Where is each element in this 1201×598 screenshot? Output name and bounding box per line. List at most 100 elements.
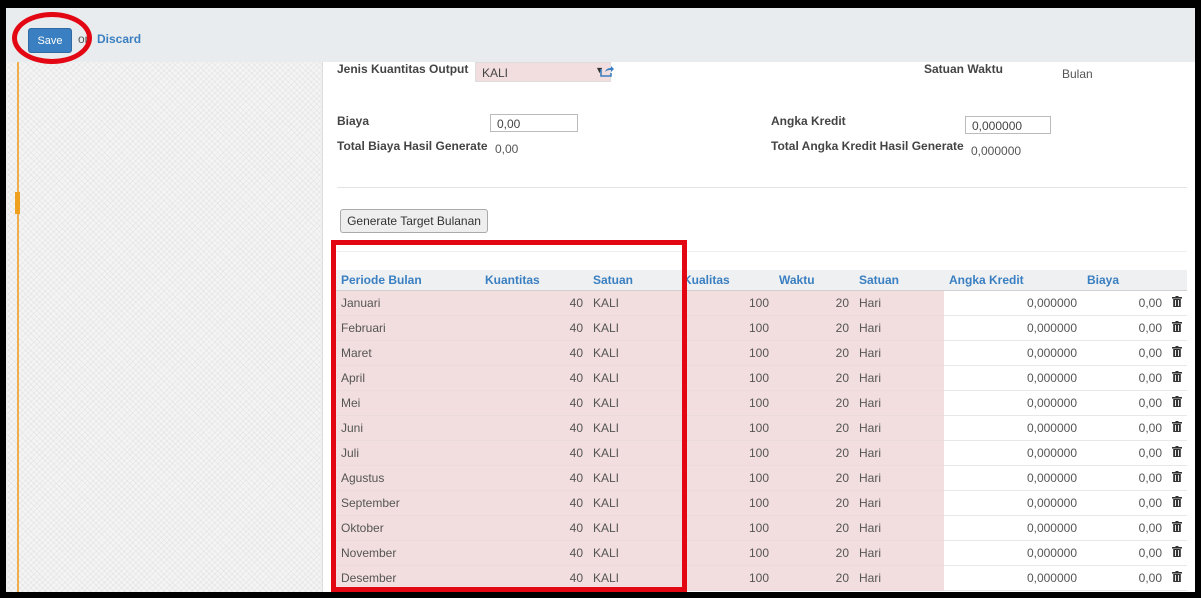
cell-waktu: 20 [774, 340, 854, 366]
trash-icon[interactable] [1172, 521, 1182, 535]
cell-kualitas-text: 100 [748, 346, 769, 360]
discard-link[interactable]: Discard [97, 32, 141, 46]
cell-satuan-waktu: Hari [854, 490, 944, 516]
cell-satuan-waktu-text: Hari [859, 496, 882, 510]
cell-kualitas-text: 100 [748, 321, 769, 335]
cell-kualitas: 100 [678, 490, 774, 516]
cell-kualitas: 100 [678, 415, 774, 441]
cell-biaya[interactable]: 0,00 [1082, 515, 1187, 541]
trash-icon[interactable] [1172, 396, 1182, 410]
cell-angka-kredit-text: 0,000000 [1026, 296, 1077, 310]
trash-icon[interactable] [1172, 496, 1182, 510]
cell-waktu: 20 [774, 465, 854, 491]
satuan-waktu-label: Satuan Waktu [924, 62, 1003, 76]
cell-biaya[interactable]: 0,00 [1082, 315, 1187, 341]
cell-biaya[interactable]: 0,00 [1082, 490, 1187, 516]
cell-biaya-text: 0,00 [1138, 421, 1162, 435]
jenis-kuantitas-select[interactable]: KALI ▼ [475, 62, 611, 82]
cell-biaya[interactable]: 0,00 [1082, 440, 1187, 466]
total-biaya-label: Total Biaya Hasil Generate [337, 139, 488, 153]
cell-satuan-waktu-text: Hari [859, 371, 882, 385]
cell-satuan-waktu-text: Hari [859, 571, 882, 585]
col-header-angka-kredit[interactable]: Angka Kredit [944, 270, 1082, 291]
jenis-kuantitas-label: Jenis Kuantitas Output [337, 62, 469, 76]
section-divider [337, 187, 1187, 188]
cell-angka-kredit[interactable]: 0,000000 [944, 490, 1082, 516]
jenis-kuantitas-value: KALI [482, 66, 509, 80]
cell-biaya[interactable]: 0,00 [1082, 340, 1187, 366]
trash-icon[interactable] [1172, 421, 1182, 435]
col-header-satuan-waktu[interactable]: Satuan [854, 270, 944, 291]
cell-angka-kredit[interactable]: 0,000000 [944, 340, 1082, 366]
cell-angka-kredit[interactable]: 0,000000 [944, 565, 1082, 591]
cell-waktu: 20 [774, 515, 854, 541]
cell-satuan-waktu: Hari [854, 290, 944, 316]
cell-angka-kredit-text: 0,000000 [1026, 571, 1077, 585]
external-link-icon[interactable] [600, 64, 614, 80]
cell-waktu: 20 [774, 490, 854, 516]
cell-biaya[interactable]: 0,00 [1082, 415, 1187, 441]
cell-satuan-waktu-text: Hari [859, 446, 882, 460]
cell-waktu: 20 [774, 390, 854, 416]
col-header-waktu[interactable]: Waktu [774, 270, 854, 291]
cell-angka-kredit[interactable]: 0,000000 [944, 465, 1082, 491]
cell-angka-kredit-text: 0,000000 [1026, 421, 1077, 435]
total-angka-kredit-label: Total Angka Kredit Hasil Generate [771, 139, 964, 153]
cell-waktu-text: 20 [835, 421, 849, 435]
cell-satuan-waktu-text: Hari [859, 471, 882, 485]
cell-kualitas-text: 100 [748, 296, 769, 310]
cell-kualitas-text: 100 [748, 521, 769, 535]
cell-angka-kredit[interactable]: 0,000000 [944, 415, 1082, 441]
cell-biaya[interactable]: 0,00 [1082, 565, 1187, 591]
cell-satuan-waktu: Hari [854, 515, 944, 541]
cell-angka-kredit[interactable]: 0,000000 [944, 515, 1082, 541]
cell-satuan-waktu-text: Hari [859, 321, 882, 335]
left-accent-line [17, 62, 19, 592]
trash-icon[interactable] [1172, 296, 1182, 310]
cell-angka-kredit[interactable]: 0,000000 [944, 390, 1082, 416]
cell-satuan-waktu-text: Hari [859, 521, 882, 535]
generate-target-button[interactable]: Generate Target Bulanan [340, 209, 488, 233]
cell-waktu: 20 [774, 365, 854, 391]
trash-icon[interactable] [1172, 446, 1182, 460]
col-header-biaya[interactable]: Biaya [1082, 270, 1187, 291]
angka-kredit-input[interactable]: 0,000000 [965, 116, 1051, 134]
cell-satuan-waktu-text: Hari [859, 346, 882, 360]
trash-icon[interactable] [1172, 321, 1182, 335]
cell-angka-kredit[interactable]: 0,000000 [944, 365, 1082, 391]
cell-waktu: 20 [774, 290, 854, 316]
biaya-label: Biaya [337, 114, 370, 128]
cell-satuan-waktu-text: Hari [859, 396, 882, 410]
trash-icon[interactable] [1172, 346, 1182, 360]
cell-biaya-text: 0,00 [1138, 446, 1162, 460]
cell-kualitas: 100 [678, 290, 774, 316]
cell-waktu-text: 20 [835, 546, 849, 560]
trash-icon[interactable] [1172, 546, 1182, 560]
left-background-pane [6, 62, 322, 592]
cell-biaya-text: 0,00 [1138, 346, 1162, 360]
form-toolbar [6, 8, 1195, 63]
col-header-kualitas[interactable]: Kualitas [678, 270, 774, 291]
cell-angka-kredit[interactable]: 0,000000 [944, 290, 1082, 316]
cell-biaya[interactable]: 0,00 [1082, 290, 1187, 316]
cell-biaya[interactable]: 0,00 [1082, 390, 1187, 416]
cell-angka-kredit[interactable]: 0,000000 [944, 315, 1082, 341]
cell-angka-kredit[interactable]: 0,000000 [944, 540, 1082, 566]
trash-icon[interactable] [1172, 371, 1182, 385]
cell-satuan-waktu: Hari [854, 465, 944, 491]
cell-waktu-text: 20 [835, 321, 849, 335]
cell-waktu: 20 [774, 415, 854, 441]
cell-angka-kredit-text: 0,000000 [1026, 446, 1077, 460]
trash-icon[interactable] [1172, 571, 1182, 585]
cell-kualitas: 100 [678, 440, 774, 466]
trash-icon[interactable] [1172, 471, 1182, 485]
cell-biaya-text: 0,00 [1138, 371, 1162, 385]
cell-biaya[interactable]: 0,00 [1082, 365, 1187, 391]
cell-biaya[interactable]: 0,00 [1082, 465, 1187, 491]
biaya-input[interactable]: 0,00 [490, 114, 578, 132]
cell-biaya[interactable]: 0,00 [1082, 540, 1187, 566]
cell-angka-kredit[interactable]: 0,000000 [944, 440, 1082, 466]
cell-biaya-text: 0,00 [1138, 521, 1162, 535]
cell-angka-kredit-text: 0,000000 [1026, 346, 1077, 360]
cell-angka-kredit-text: 0,000000 [1026, 396, 1077, 410]
